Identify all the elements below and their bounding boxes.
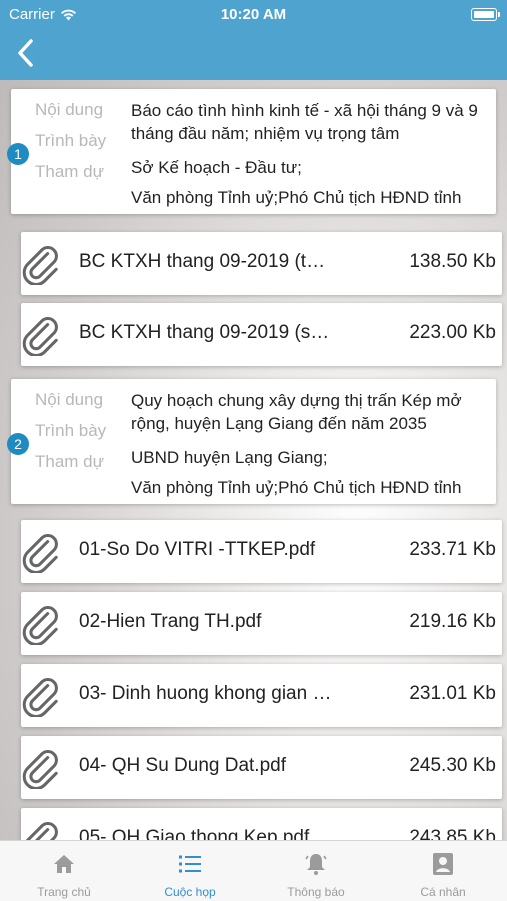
file-name: 03- Dinh huong khong gian Kep.pdf [79, 683, 334, 704]
meeting-presenter: UBND huyện Lạng Giang; [131, 448, 328, 467]
file-name: 01-So Do VITRI -TTKEP.pdf [79, 539, 316, 560]
tab-label: Trang chủ [37, 885, 91, 899]
file-item[interactable]: BC KTXH thang 09-2019 (sua doi).pdf 223.… [21, 303, 502, 366]
header-bar: Carrier 10:20 AM [0, 0, 507, 80]
tab-home[interactable]: Trang chủ [1, 841, 127, 901]
file-name: 02-Hien Trang TH.pdf [79, 611, 262, 632]
tab-label: Cá nhân [420, 885, 466, 899]
field-values: Quy hoạch chung xây dựng thị trấn Kép mở… [131, 389, 486, 499]
presenter-label: Trình bày [35, 421, 107, 440]
file-name: 04- QH Su Dung Dat.pdf [79, 755, 286, 776]
paperclip-icon [22, 534, 58, 573]
bell-icon [305, 854, 327, 875]
field-values: Báo cáo tình hình kinh tế - xã hội tháng… [131, 99, 486, 209]
paperclip-icon [22, 317, 58, 356]
file-item[interactable]: 04- QH Su Dung Dat.pdf 245.30 Kb [21, 736, 502, 799]
paperclip-icon [22, 678, 58, 717]
file-name: BC KTXH thang 09-2019 (tom tat).pdf [79, 251, 334, 272]
tab-notifications[interactable]: Thông báo [253, 841, 379, 901]
tab-bar: Trang chủ Cuộc họp Thông báo Cá nhân [0, 840, 507, 901]
file-size: 219.16 Kb [409, 611, 496, 632]
tab-meetings[interactable]: Cuộc họp [127, 841, 253, 901]
chevron-left-icon [18, 39, 33, 67]
list-icon [179, 855, 201, 873]
paperclip-icon [22, 750, 58, 789]
file-item[interactable]: 01-So Do VITRI -TTKEP.pdf 233.71 Kb [21, 520, 502, 583]
meeting-attendees: Văn phòng Tỉnh uỷ;Phó Chủ tịch HĐND tỉnh [131, 478, 462, 497]
back-button[interactable] [10, 36, 40, 70]
tab-label: Thông báo [287, 885, 345, 899]
file-item[interactable]: 03- Dinh huong khong gian Kep.pdf 231.01… [21, 664, 502, 727]
field-labels: Nội dung Trình bày Tham dự [35, 99, 106, 192]
home-icon [54, 855, 74, 873]
meeting-content: Quy hoạch chung xây dựng thị trấn Kép mở… [131, 391, 462, 433]
meeting-number-badge: 1 [7, 143, 29, 165]
attendees-label: Tham dự [35, 452, 105, 471]
meeting-content: Báo cáo tình hình kinh tế - xã hội tháng… [131, 101, 478, 143]
content-label: Nội dung [35, 390, 104, 409]
paperclip-icon [22, 246, 58, 285]
file-size: 231.01 Kb [409, 683, 496, 704]
person-card-icon [433, 853, 453, 875]
file-size: 138.50 Kb [409, 251, 496, 272]
file-item[interactable]: 02-Hien Trang TH.pdf 219.16 Kb [21, 592, 502, 655]
meeting-card[interactable]: 2 Nội dung Trình bày Tham dự Quy hoạch c… [7, 379, 496, 504]
meeting-card[interactable]: 1 Nội dung Trình bày Tham dự Báo cáo tìn… [7, 89, 496, 214]
paperclip-icon [22, 606, 58, 645]
file-size: 223.00 Kb [409, 322, 496, 343]
battery-icon [471, 8, 500, 21]
status-time: 10:20 AM [220, 6, 287, 23]
file-size: 233.71 Kb [409, 539, 496, 560]
file-name: BC KTXH thang 09-2019 (sua doi).pdf [79, 322, 334, 343]
file-item[interactable]: BC KTXH thang 09-2019 (tom tat).pdf 138.… [21, 232, 502, 295]
meeting-number-badge: 2 [7, 433, 29, 455]
content-label: Nội dung [35, 100, 104, 119]
field-labels: Nội dung Trình bày Tham dự [35, 389, 106, 482]
presenter-label: Trình bày [35, 131, 107, 150]
status-bar: Carrier 10:20 AM [0, 0, 507, 28]
attendees-label: Tham dự [35, 162, 105, 181]
tab-profile[interactable]: Cá nhân [380, 841, 506, 901]
file-size: 245.30 Kb [409, 755, 496, 776]
tab-label: Cuộc họp [164, 885, 216, 899]
meeting-attendees: Văn phòng Tỉnh uỷ;Phó Chủ tịch HĐND tỉnh [131, 188, 462, 207]
meeting-presenter: Sở Kế hoạch - Đầu tư; [131, 158, 302, 177]
